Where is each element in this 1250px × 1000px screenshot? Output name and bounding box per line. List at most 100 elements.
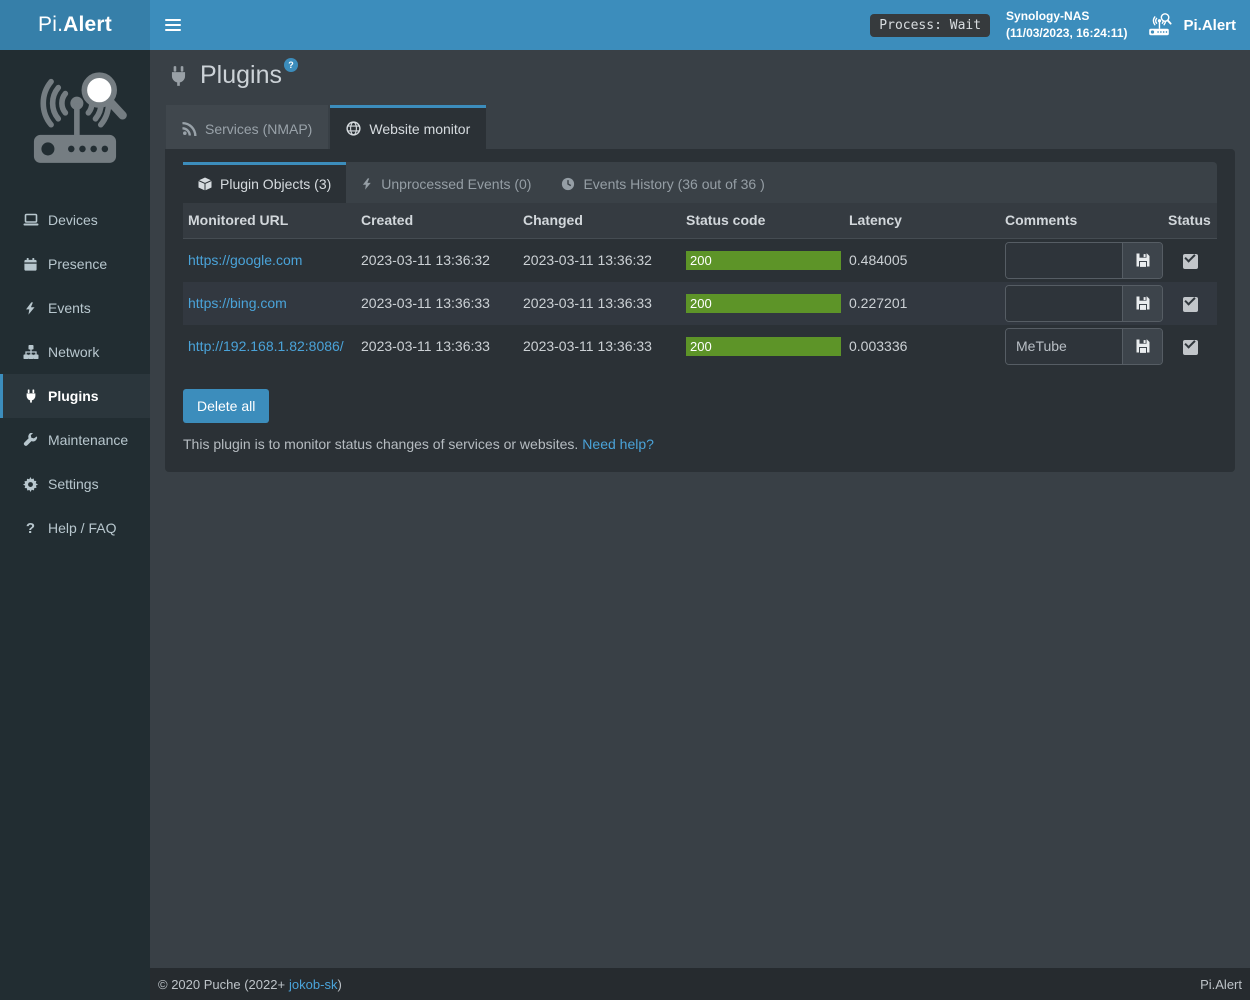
status-code-bar: 200 — [686, 294, 841, 313]
monitored-url-link[interactable]: http://192.168.1.82:8086/ — [188, 338, 344, 354]
host-info: Synology-NAS (11/03/2023, 16:24:11) — [1006, 8, 1127, 43]
gear-icon — [22, 477, 39, 492]
brand-pi: Pi. — [38, 13, 63, 37]
brand-alert: Alert — [63, 13, 112, 37]
bolt-icon — [22, 301, 39, 316]
brand-logo[interactable]: Pi.Alert — [0, 0, 150, 50]
author-link[interactable]: jokob-sk — [289, 977, 337, 992]
tab-events-history[interactable]: Events History (36 out of 36 ) — [546, 162, 779, 203]
sitemap-icon — [22, 344, 39, 360]
monitored-url-link[interactable]: https://google.com — [188, 252, 302, 268]
cube-icon — [198, 177, 212, 191]
tab-plugin-objects[interactable]: Plugin Objects (3) — [183, 162, 346, 203]
sidebar-item-events[interactable]: Events — [0, 286, 150, 330]
website-monitor-panel: Plugin Objects (3) Unprocessed Events (0… — [165, 149, 1235, 472]
col-latency: Latency — [844, 203, 1000, 238]
table-header-row: Monitored URL Created Changed Status cod… — [183, 203, 1217, 238]
sidebar-menu: Devices Presence Events Network Plugins — [0, 198, 150, 550]
status-checkbox[interactable] — [1183, 254, 1198, 269]
created-cell: 2023-03-11 13:36:33 — [356, 325, 518, 368]
col-monitored-url: Monitored URL — [183, 203, 356, 238]
page-title-text: Plugins — [200, 61, 282, 90]
sidebar: Devices Presence Events Network Plugins — [0, 50, 150, 1000]
monitored-url-link[interactable]: https://bing.com — [188, 295, 287, 311]
sidebar-item-label: Settings — [48, 476, 99, 492]
signal-icon — [182, 121, 197, 136]
app-brand: Pi.Alert — [1143, 11, 1236, 39]
sidebar-item-network[interactable]: Network — [0, 330, 150, 374]
router-scan-logo — [0, 50, 150, 184]
question-icon: ? — [22, 520, 39, 537]
sidebar-item-label: Maintenance — [48, 432, 128, 448]
floppy-icon — [1135, 252, 1151, 268]
plug-icon — [168, 64, 189, 88]
comment-input[interactable] — [1006, 286, 1122, 321]
col-status-code: Status code — [681, 203, 844, 238]
changed-cell: 2023-03-11 13:36:32 — [518, 238, 681, 282]
tab-unprocessed-events[interactable]: Unprocessed Events (0) — [346, 162, 546, 203]
comment-input[interactable] — [1006, 243, 1122, 278]
tab-label: Website monitor — [369, 121, 470, 137]
floppy-icon — [1135, 295, 1151, 311]
status-checkbox[interactable] — [1183, 340, 1198, 355]
col-comments: Comments — [1000, 203, 1163, 238]
latency-cell: 0.003336 — [844, 325, 1000, 368]
created-cell: 2023-03-11 13:36:33 — [356, 282, 518, 325]
sidebar-item-maintenance[interactable]: Maintenance — [0, 418, 150, 462]
laptop-icon — [22, 212, 39, 228]
wrench-icon — [22, 433, 39, 448]
delete-all-button[interactable]: Delete all — [183, 389, 269, 423]
sidebar-item-label: Network — [48, 344, 99, 360]
sidebar-item-settings[interactable]: Settings — [0, 462, 150, 506]
latency-cell: 0.484005 — [844, 238, 1000, 282]
tab-services-nmap[interactable]: Services (NMAP) — [166, 105, 328, 149]
tab-label: Unprocessed Events (0) — [381, 176, 531, 192]
table-row: https://google.com 2023-03-11 13:36:32 2… — [183, 238, 1217, 282]
app-name: Pi.Alert — [1183, 17, 1236, 34]
copyright-text: © 2020 Puche (2022+ — [158, 977, 285, 992]
comment-input-group — [1005, 328, 1163, 365]
main-content: Plugins ? Services (NMAP) Website monito… — [150, 50, 1250, 968]
plugin-tabs: Services (NMAP) Website monitor — [166, 105, 1250, 149]
created-cell: 2023-03-11 13:36:32 — [356, 238, 518, 282]
save-comment-button[interactable] — [1122, 286, 1162, 321]
sidebar-toggle-button[interactable] — [150, 0, 196, 50]
sidebar-item-label: Plugins — [48, 388, 99, 404]
tab-label: Events History (36 out of 36 ) — [583, 176, 764, 192]
clock-icon — [561, 177, 575, 191]
page-title: Plugins ? — [168, 61, 1235, 90]
tab-label: Plugin Objects (3) — [220, 176, 331, 192]
calendar-icon — [22, 257, 39, 272]
tab-website-monitor[interactable]: Website monitor — [330, 105, 486, 149]
footer-app-name: Pi.Alert — [1200, 977, 1242, 992]
comment-input[interactable] — [1006, 329, 1122, 364]
bolt-icon — [361, 177, 373, 191]
navbar: Process: Wait Synology-NAS (11/03/2023, … — [150, 0, 1250, 50]
description-text: This plugin is to monitor status changes… — [183, 436, 578, 452]
status-code-bar: 200 — [686, 251, 841, 270]
sidebar-item-plugins[interactable]: Plugins — [0, 374, 150, 418]
top-header: Pi.Alert Process: Wait Synology-NAS (11/… — [0, 0, 1250, 50]
navbar-right: Process: Wait Synology-NAS (11/03/2023, … — [870, 8, 1250, 43]
footer: © 2020 Puche (2022+jokob-sk) Pi.Alert — [150, 968, 1250, 1000]
latency-cell: 0.227201 — [844, 282, 1000, 325]
save-comment-button[interactable] — [1122, 243, 1162, 278]
sidebar-item-label: Devices — [48, 212, 98, 228]
need-help-link[interactable]: Need help? — [582, 436, 654, 452]
comment-input-group — [1005, 242, 1163, 279]
save-comment-button[interactable] — [1122, 329, 1162, 364]
help-badge[interactable]: ? — [284, 58, 298, 72]
sidebar-item-label: Help / FAQ — [48, 520, 116, 536]
router-scan-icon — [1143, 11, 1175, 39]
status-checkbox[interactable] — [1183, 297, 1198, 312]
footer-copyright: © 2020 Puche (2022+jokob-sk) — [158, 977, 342, 992]
sidebar-item-label: Events — [48, 300, 91, 316]
comment-input-group — [1005, 285, 1163, 322]
sidebar-item-help-faq[interactable]: ? Help / FAQ — [0, 506, 150, 550]
sidebar-item-presence[interactable]: Presence — [0, 242, 150, 286]
host-timestamp: (11/03/2023, 16:24:11) — [1006, 25, 1127, 42]
sidebar-item-devices[interactable]: Devices — [0, 198, 150, 242]
process-status-badge: Process: Wait — [870, 14, 990, 37]
table-row: http://192.168.1.82:8086/ 2023-03-11 13:… — [183, 325, 1217, 368]
changed-cell: 2023-03-11 13:36:33 — [518, 282, 681, 325]
